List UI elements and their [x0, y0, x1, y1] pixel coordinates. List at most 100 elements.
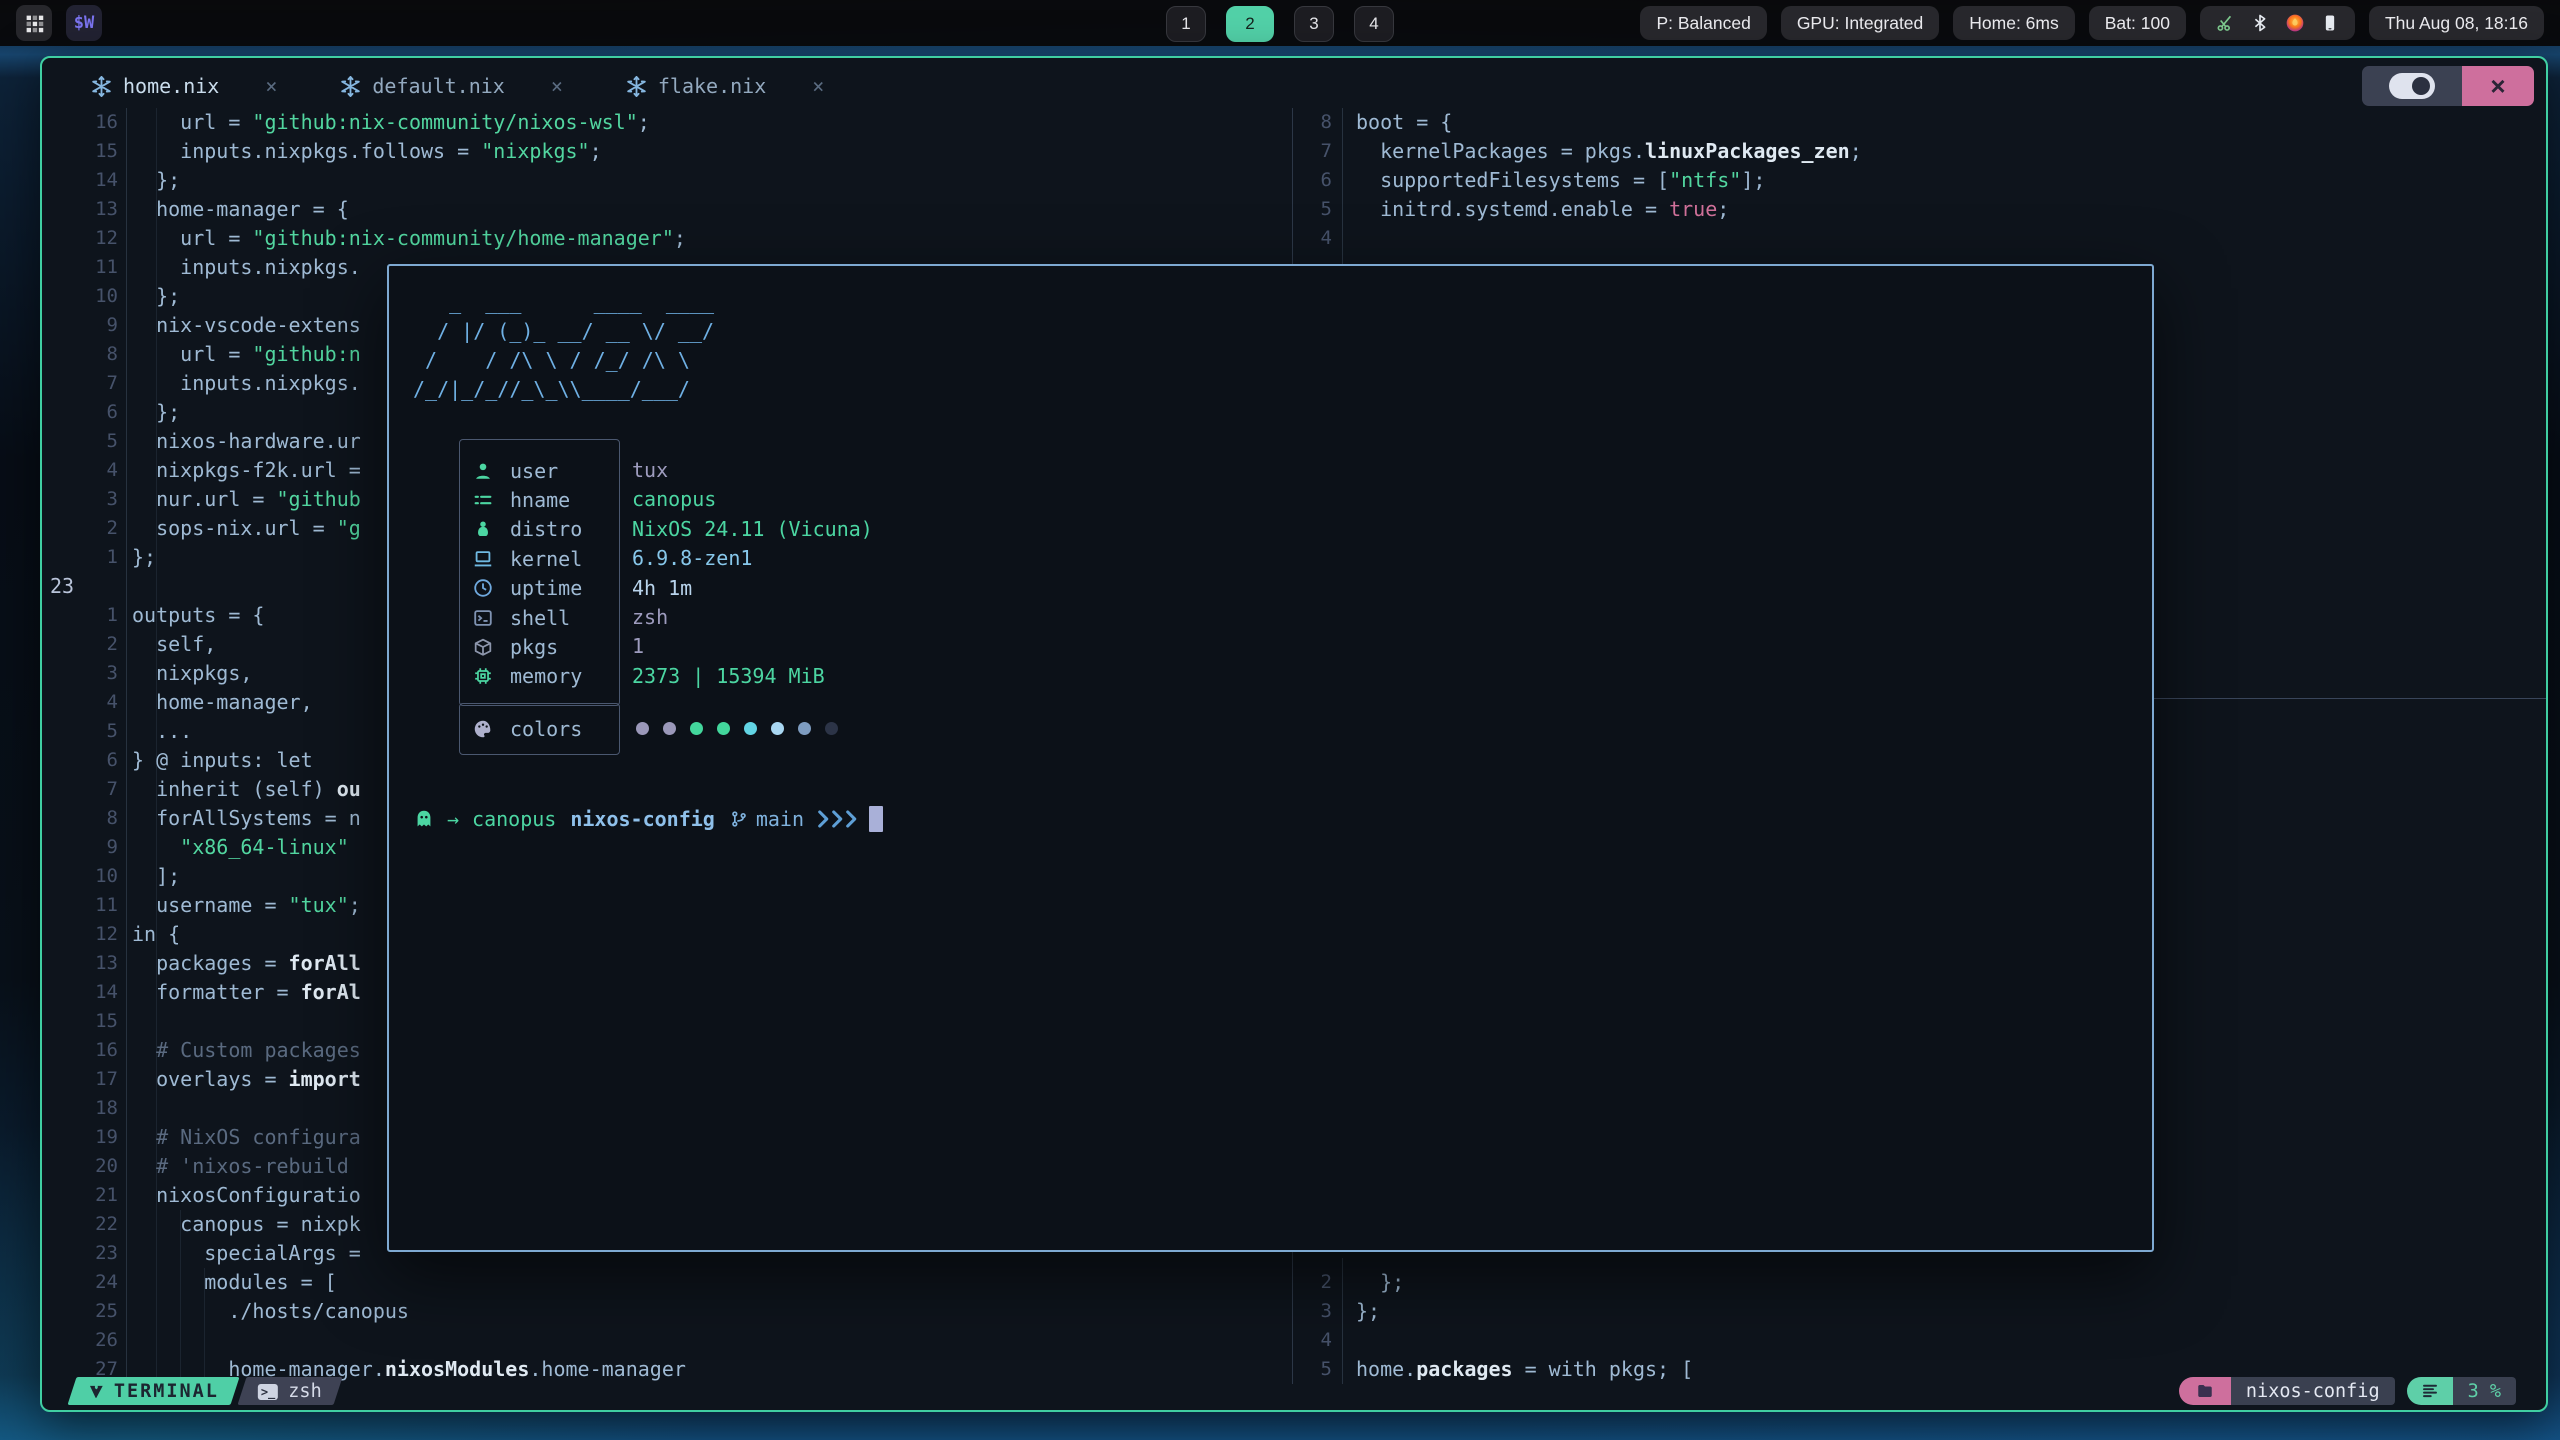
code-segment: # 'nixos-rebuild	[132, 1154, 349, 1178]
workspace-button-1[interactable]: 1	[1166, 6, 1206, 42]
tab-label: default.nix	[372, 74, 504, 98]
system-tray	[2200, 6, 2355, 40]
workspace-button-4[interactable]: 4	[1354, 6, 1394, 42]
line-number: 14	[50, 166, 118, 195]
tab-close-icon[interactable]: ×	[551, 74, 563, 98]
code-segment: url =	[132, 226, 252, 250]
code-segment: ./hosts/canopus	[132, 1299, 409, 1323]
clock[interactable]: Thu Aug 08, 18:16	[2369, 6, 2544, 40]
code-line: nixosConfiguratio	[132, 1181, 361, 1210]
code-line: home-manager,	[132, 688, 313, 717]
code-segment: ;	[590, 139, 602, 163]
code-line: ];	[132, 862, 180, 891]
nixos-ascii-art: _ ___ ____ ____ / |/ (_)_ __/ __ \/ __/ …	[413, 288, 714, 404]
line-number: 18	[50, 1094, 118, 1123]
line-number: 8	[50, 804, 118, 833]
shell-prompt: → canopus nixos-config main	[413, 804, 883, 834]
code-line: self,	[132, 630, 216, 659]
fetch-label: kernel	[510, 547, 582, 571]
terminal-color-dots	[636, 714, 838, 743]
app-grid-icon	[24, 13, 45, 34]
code-segment: };	[132, 284, 180, 308]
code-line: };	[132, 398, 180, 427]
fetch-value-shell: zsh	[632, 603, 668, 632]
line-number: 24	[50, 1268, 118, 1297]
window-toggle-button[interactable]	[2362, 66, 2462, 106]
fetch-label: distro	[510, 517, 582, 541]
workspace-button-3[interactable]: 3	[1294, 6, 1334, 42]
code-segment: url =	[132, 110, 252, 134]
statusline-right: nixos-config 3 %	[2179, 1377, 2516, 1405]
topbar-left-group: $W	[16, 5, 102, 41]
code-line: sops-nix.url = "g	[132, 514, 361, 543]
tab-flake.nix[interactable]: flake.nix×	[625, 74, 824, 98]
window-controls: ×	[2362, 66, 2534, 106]
shell-indicator[interactable]: >_ zsh	[238, 1377, 343, 1405]
code-line: inputs.nixpkgs.	[132, 253, 361, 282]
code-segment: modules = [	[132, 1270, 337, 1294]
project-indicator[interactable]: nixos-config	[2179, 1377, 2395, 1405]
code-segment: "github:nix-community/nixos-wsl"	[252, 110, 637, 134]
fetch-label: hname	[510, 488, 570, 512]
code-segment: url =	[132, 342, 252, 366]
code-segment: boot = {	[1356, 110, 1452, 134]
chevron-icon	[831, 808, 844, 830]
code-line: outputs = {	[132, 601, 264, 630]
chevron-icon	[817, 808, 830, 830]
distro-icon	[472, 518, 494, 540]
code-line: modules = [	[132, 1268, 337, 1297]
status-pill[interactable]: P: Balanced	[1640, 6, 1766, 40]
tab-label: home.nix	[123, 74, 219, 98]
code-segment: ;	[638, 110, 650, 134]
workspace-switcher: 1234	[1166, 6, 1394, 42]
status-pill[interactable]: Home: 6ms	[1953, 6, 2074, 40]
app-launcher-button[interactable]	[16, 5, 52, 41]
line-number: 5	[50, 717, 118, 746]
scissors-icon[interactable]	[2215, 13, 2235, 33]
line-number: 17	[50, 1065, 118, 1094]
tab-default.nix[interactable]: default.nix ×	[339, 74, 563, 98]
line-number: 7	[50, 369, 118, 398]
code-segment: "github	[277, 487, 361, 511]
flame-icon[interactable]	[2285, 13, 2305, 33]
tab-close-icon[interactable]: ×	[265, 74, 277, 98]
code-line: forAllSystems = n	[132, 804, 361, 833]
status-pill[interactable]: Bat: 100	[2089, 6, 2186, 40]
line-number: 3	[1304, 1297, 1332, 1326]
chevron-icon	[845, 808, 858, 830]
left-gutter-line	[126, 108, 127, 1384]
code-segment: kernelPackages = pkgs.	[1356, 139, 1645, 163]
workspace-badge[interactable]: $W	[66, 5, 102, 41]
code-segment: ;	[349, 893, 361, 917]
code-line: ./hosts/canopus	[132, 1297, 409, 1326]
color-dot	[636, 722, 649, 735]
code-line: canopus = nixpk	[132, 1210, 361, 1239]
status-pill[interactable]: GPU: Integrated	[1781, 6, 1939, 40]
kernel-icon	[472, 548, 494, 570]
line-number: 1	[50, 543, 118, 572]
tab-home.nix[interactable]: home.nix ×	[90, 74, 277, 98]
code-line: nix-vscode-extens	[132, 311, 361, 340]
code-line: # NixOS configura	[132, 1123, 361, 1152]
bluetooth-icon[interactable]	[2250, 13, 2270, 33]
code-segment: linuxPackages_zen	[1645, 139, 1850, 163]
line-number: 10	[50, 862, 118, 891]
window-close-button[interactable]: ×	[2462, 66, 2534, 106]
code-segment: home-manager = {	[132, 197, 349, 221]
code-segment: nixos-hardware.ur	[132, 429, 361, 453]
floating-terminal[interactable]: _ ___ ____ ____ / |/ (_)_ __/ __ \/ __/ …	[387, 264, 2154, 1252]
shell-label: zsh	[289, 1381, 322, 1402]
scroll-progress-indicator[interactable]: 3 %	[2407, 1377, 2516, 1405]
workspace-button-2[interactable]: 2	[1226, 6, 1274, 42]
tab-close-icon[interactable]: ×	[812, 74, 824, 98]
code-segment: ;	[674, 226, 686, 250]
line-number: 25	[50, 1297, 118, 1326]
code-segment: true	[1669, 197, 1717, 221]
phone-icon[interactable]	[2320, 13, 2340, 33]
prompt-git-branch: main	[756, 807, 804, 831]
code-line: nixpkgs-f2k.url =	[132, 456, 361, 485]
line-number: 5	[50, 427, 118, 456]
code-line: overlays = import	[132, 1065, 361, 1094]
code-line: boot = {	[1356, 108, 1452, 137]
code-segment: ;	[1850, 139, 1862, 163]
